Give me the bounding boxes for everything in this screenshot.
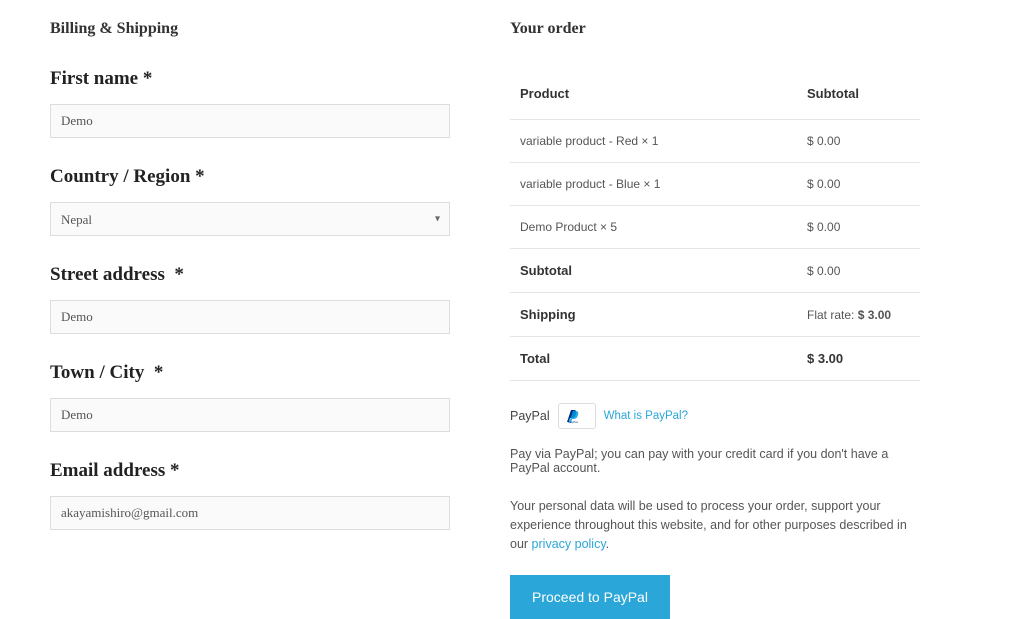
privacy-policy-link[interactable]: privacy policy [532,537,606,551]
order-item-name: variable product - Blue × 1 [510,163,797,206]
table-row: Subtotal $ 0.00 [510,249,920,293]
required-asterisk: * [143,68,153,89]
order-item-subtotal: $ 0.00 [797,163,920,206]
order-total-value: $ 3.00 [797,337,920,381]
svg-text:PayPal: PayPal [568,420,578,424]
city-input[interactable] [50,398,450,432]
payment-description: Pay via PayPal; you can pay with your cr… [510,447,920,475]
street-label-text: Street address [50,264,165,285]
order-shipping-value: Flat rate: $ 3.00 [797,293,920,337]
email-label: Email address * [50,460,450,482]
table-row: Shipping Flat rate: $ 3.00 [510,293,920,337]
order-subtotal-value: $ 0.00 [797,249,920,293]
billing-section-title: Billing & Shipping [50,20,450,38]
city-group: Town / City * [50,362,450,432]
first-name-input[interactable] [50,104,450,138]
shipping-prefix: Flat rate: [807,308,858,322]
what-is-paypal-link[interactable]: What is PayPal? [604,410,688,422]
order-header-product: Product [510,68,797,120]
table-row: variable product - Blue × 1 $ 0.00 [510,163,920,206]
city-label: Town / City * [50,362,450,384]
street-label: Street address * [50,264,450,286]
table-row: Total $ 3.00 [510,337,920,381]
country-label: Country / Region * [50,166,450,188]
order-section-title: Your order [510,20,920,38]
table-row: Demo Product × 5 $ 0.00 [510,206,920,249]
table-row: variable product - Red × 1 $ 0.00 [510,120,920,163]
order-item-subtotal: $ 0.00 [797,206,920,249]
billing-shipping-section: Billing & Shipping First name * Country … [50,20,450,619]
street-input[interactable] [50,300,450,334]
required-asterisk: * [174,264,184,285]
required-asterisk: * [170,460,180,481]
first-name-label: First name * [50,68,450,90]
street-group: Street address * [50,264,450,334]
email-input[interactable] [50,496,450,530]
required-asterisk: * [154,362,164,383]
privacy-description: Your personal data will be used to proce… [510,497,920,553]
order-table: Product Subtotal variable product - Red … [510,68,920,381]
first-name-label-text: First name [50,68,138,89]
payment-method-row: PayPal PayPal What is PayPal? [510,403,920,429]
order-subtotal-label: Subtotal [510,249,797,293]
email-group: Email address * [50,460,450,530]
city-label-text: Town / City [50,362,144,383]
required-asterisk: * [195,166,205,187]
order-item-subtotal: $ 0.00 [797,120,920,163]
order-item-name: Demo Product × 5 [510,206,797,249]
paypal-logo-icon: PayPal [558,403,596,429]
country-group: Country / Region * Nepal ▾ [50,166,450,236]
country-select[interactable]: Nepal [50,202,450,236]
order-item-name: variable product - Red × 1 [510,120,797,163]
privacy-text-2: . [606,537,609,551]
order-shipping-label: Shipping [510,293,797,337]
proceed-to-paypal-button[interactable]: Proceed to PayPal [510,575,670,619]
order-section: Your order Product Subtotal variable pro… [510,20,920,619]
first-name-group: First name * [50,68,450,138]
email-label-text: Email address [50,460,165,481]
country-label-text: Country / Region [50,166,190,187]
order-total-label: Total [510,337,797,381]
shipping-amount: $ 3.00 [858,308,891,322]
payment-method-label: PayPal [510,409,550,423]
order-header-subtotal: Subtotal [797,68,920,120]
